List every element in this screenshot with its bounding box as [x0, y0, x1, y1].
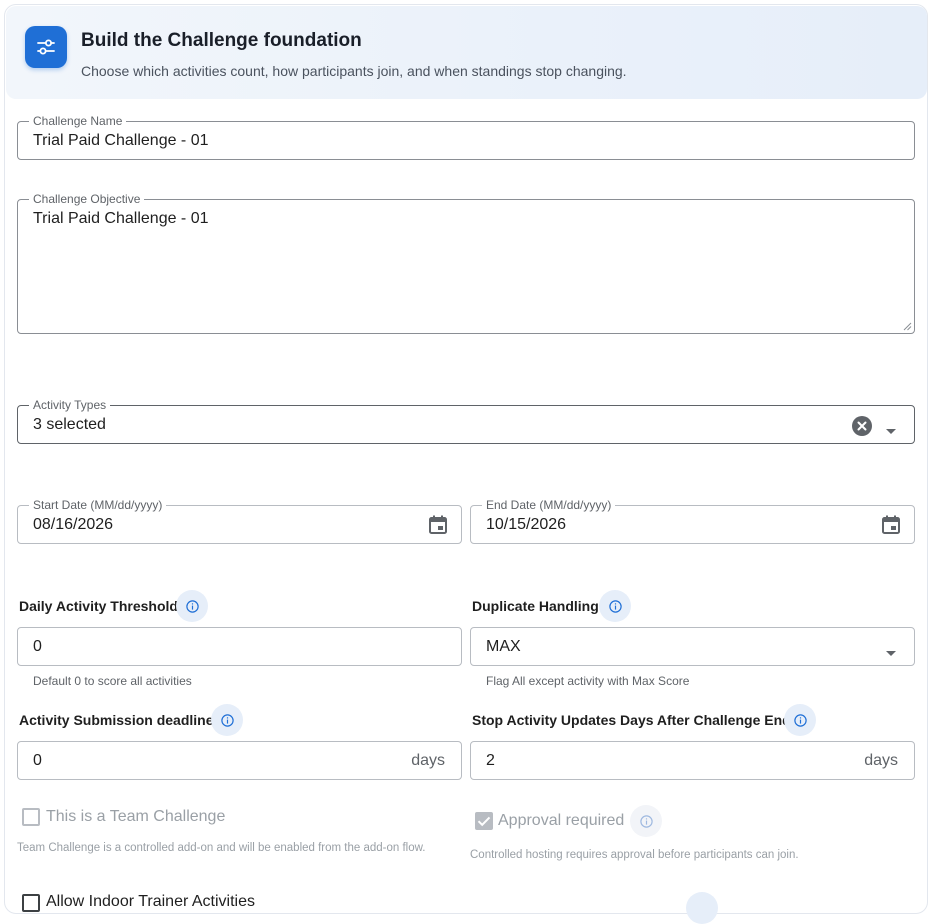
- team-challenge-helper: Team Challenge is a controlled add-on an…: [17, 842, 426, 854]
- end-date-input[interactable]: 10/15/2026: [486, 516, 566, 534]
- challenge-objective-field[interactable]: Challenge Objective Trial Paid Challenge…: [17, 192, 915, 334]
- submission-deadline-label: Activity Submission deadline: [19, 712, 214, 728]
- info-icon[interactable]: [686, 892, 718, 924]
- chevron-down-icon[interactable]: [886, 644, 896, 662]
- approval-required-helper: Controlled hosting requires approval bef…: [470, 849, 799, 861]
- info-icon[interactable]: [211, 704, 243, 736]
- indoor-trainer-checkbox[interactable]: [22, 894, 40, 912]
- team-challenge-checkbox[interactable]: [22, 808, 40, 826]
- challenge-name-label: Challenge Name: [29, 114, 127, 128]
- submission-deadline-field[interactable]: 0 days: [17, 741, 462, 780]
- check-icon: [477, 816, 491, 827]
- duplicate-handling-select[interactable]: MAX: [470, 627, 915, 666]
- end-date-field[interactable]: End Date (MM/dd/yyyy) 10/15/2026: [470, 498, 915, 544]
- stop-updates-input[interactable]: 2: [486, 752, 495, 770]
- challenge-name-field[interactable]: Challenge Name Trial Paid Challenge - 01: [17, 114, 915, 160]
- daily-threshold-helper: Default 0 to score all activities: [33, 674, 192, 688]
- calendar-icon[interactable]: [428, 515, 448, 540]
- end-date-label: End Date (MM/dd/yyyy): [482, 498, 616, 512]
- activity-types-select[interactable]: Activity Types 3 selected: [17, 398, 915, 444]
- start-date-input[interactable]: 08/16/2026: [33, 516, 113, 534]
- info-icon[interactable]: [599, 590, 631, 622]
- sliders-icon: [25, 26, 67, 68]
- header-title: Build the Challenge foundation: [81, 30, 362, 51]
- clear-icon[interactable]: [852, 416, 872, 436]
- start-date-label: Start Date (MM/dd/yyyy): [29, 498, 167, 512]
- indoor-trainer-label: Allow Indoor Trainer Activities: [46, 893, 255, 910]
- duplicate-handling-value: MAX: [486, 638, 521, 655]
- info-icon[interactable]: [784, 704, 816, 736]
- days-suffix: days: [864, 752, 898, 769]
- stop-updates-field[interactable]: 2 days: [470, 741, 915, 780]
- challenge-name-input[interactable]: Trial Paid Challenge - 01: [33, 132, 209, 150]
- submission-deadline-input[interactable]: 0: [33, 752, 42, 770]
- team-challenge-label: This is a Team Challenge: [46, 808, 226, 825]
- calendar-icon[interactable]: [881, 515, 901, 540]
- approval-required-label: Approval required: [498, 812, 625, 829]
- info-icon[interactable]: [630, 805, 662, 837]
- activity-types-label: Activity Types: [29, 398, 111, 412]
- resize-handle-icon[interactable]: [903, 322, 912, 331]
- approval-required-checkbox[interactable]: [475, 812, 493, 830]
- stop-updates-label: Stop Activity Updates Days After Challen…: [472, 712, 791, 728]
- activity-types-value: 3 selected: [33, 416, 106, 433]
- chevron-down-icon[interactable]: [886, 422, 896, 440]
- days-suffix: days: [411, 752, 445, 769]
- daily-threshold-field[interactable]: 0: [17, 627, 462, 666]
- challenge-objective-label: Challenge Objective: [29, 192, 145, 206]
- section-header: Build the Challenge foundation Choose wh…: [6, 6, 927, 99]
- daily-threshold-label: Daily Activity Threshold: [19, 598, 178, 614]
- header-subtitle: Choose which activities count, how parti…: [81, 63, 627, 79]
- challenge-objective-textarea[interactable]: Trial Paid Challenge - 01: [33, 210, 209, 228]
- info-icon[interactable]: [176, 590, 208, 622]
- duplicate-handling-label: Duplicate Handling: [472, 598, 599, 614]
- start-date-field[interactable]: Start Date (MM/dd/yyyy) 08/16/2026: [17, 498, 462, 544]
- duplicate-handling-helper: Flag All except activity with Max Score: [486, 674, 690, 688]
- daily-threshold-input[interactable]: 0: [33, 638, 42, 656]
